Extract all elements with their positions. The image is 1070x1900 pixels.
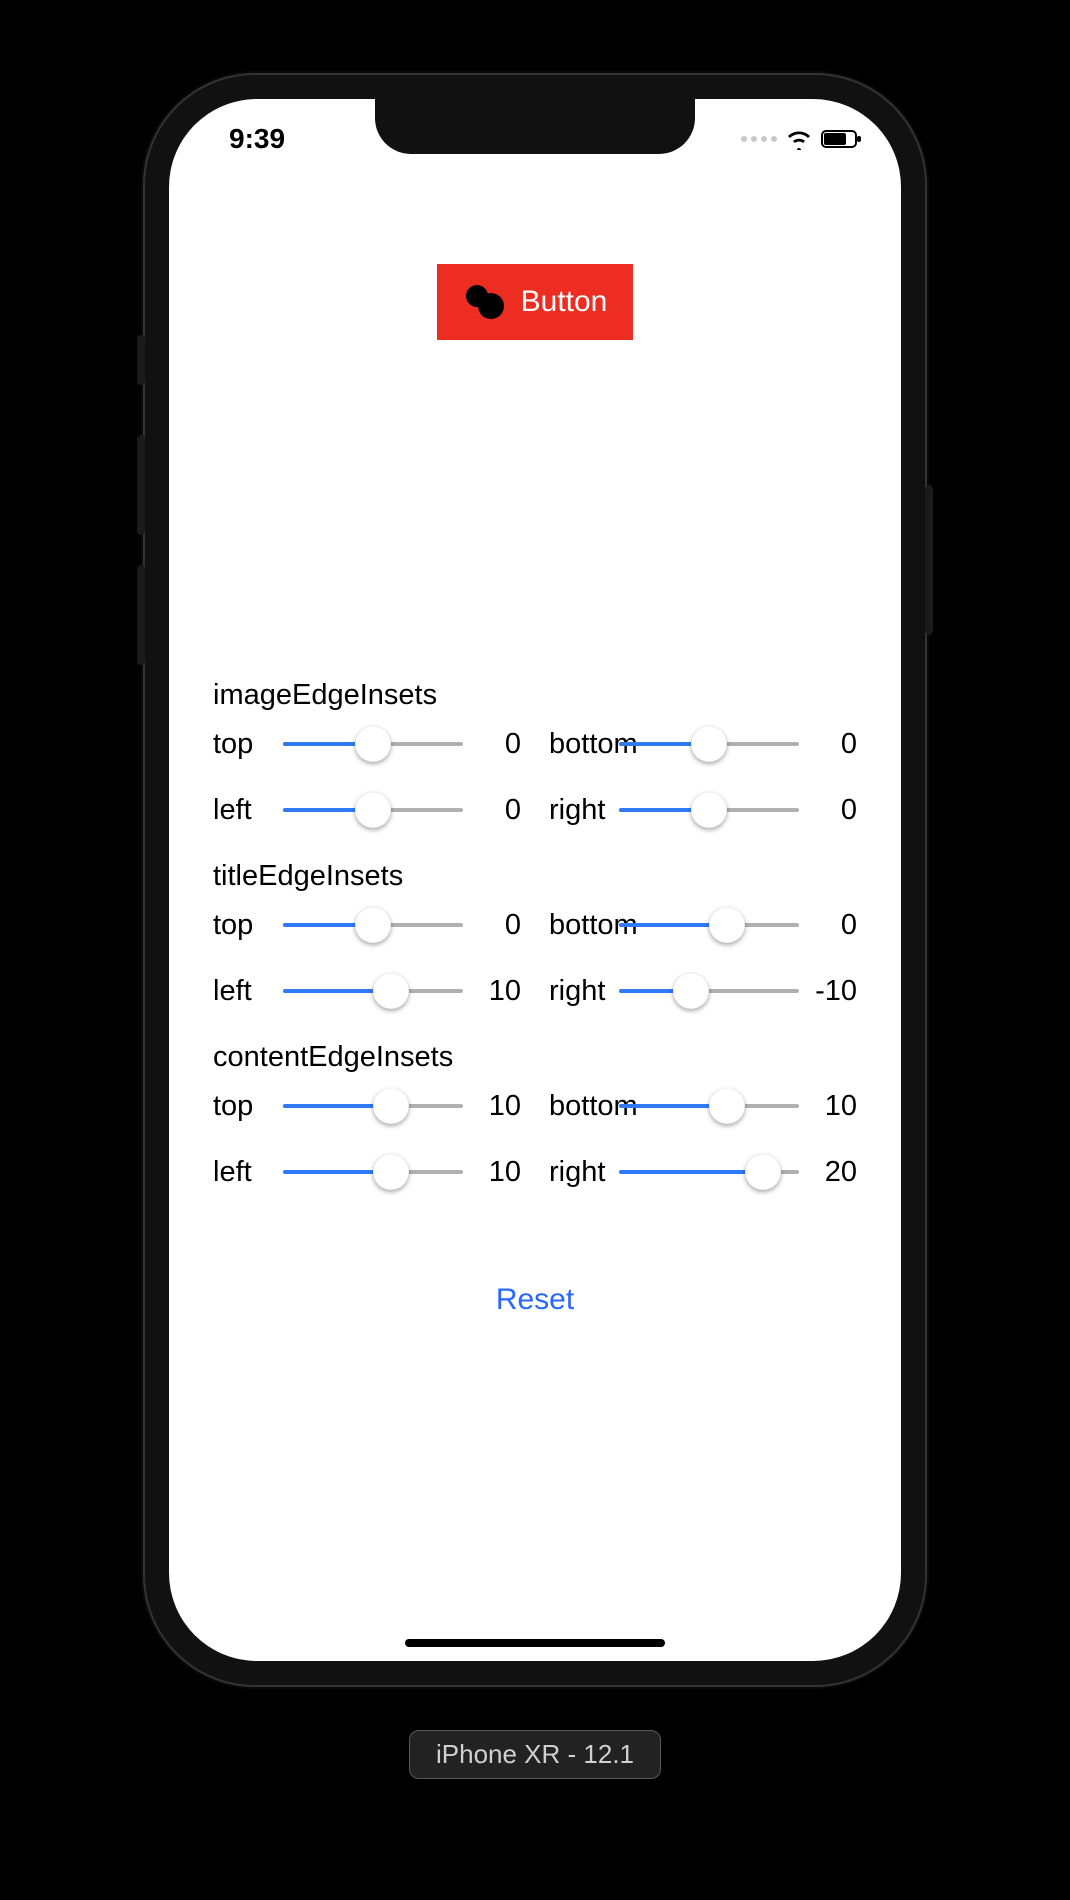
cellular-dots-icon	[741, 136, 777, 142]
blob-icon	[463, 284, 507, 320]
slider-title-bottom: bottom 0	[549, 905, 857, 945]
slider-value: 0	[471, 794, 521, 827]
slider-image-bottom: bottom 0	[549, 724, 857, 764]
slider-content-right-control[interactable]	[619, 1152, 799, 1192]
section-title-titleedgeinsets: titleEdgeInsets	[213, 860, 857, 893]
slider-label: top	[213, 909, 275, 942]
device-frame: 9:39	[145, 75, 925, 1685]
slider-value: 0	[807, 728, 857, 761]
section-titleedgeinsets: titleEdgeInsets top 0 bottom	[213, 860, 857, 1011]
slider-title-top: top 0	[213, 905, 521, 945]
slider-content-bottom-control[interactable]	[619, 1086, 799, 1126]
slider-label: left	[213, 1156, 275, 1189]
reset-row: Reset	[213, 1282, 857, 1318]
section-title-contentedgeinsets: contentEdgeInsets	[213, 1041, 857, 1074]
slider-value: 10	[471, 1156, 521, 1189]
slider-image-top-control[interactable]	[283, 724, 463, 764]
slider-value: 10	[807, 1090, 857, 1123]
slider-image-right: right 0	[549, 790, 857, 830]
slider-label: top	[213, 728, 275, 761]
slider-value: -10	[807, 975, 857, 1008]
slider-value: 0	[807, 909, 857, 942]
slider-label: left	[213, 794, 275, 827]
reset-button[interactable]: Reset	[490, 1282, 580, 1318]
status-time: 9:39	[201, 123, 285, 155]
preview-button[interactable]: Button	[437, 264, 634, 340]
slider-image-top: top 0	[213, 724, 521, 764]
preview-button-label: Button	[521, 287, 608, 317]
content-area: Button imageEdgeInsets top 0 bottom	[169, 159, 901, 1631]
slider-value: 20	[807, 1156, 857, 1189]
slider-title-right: right -10	[549, 971, 857, 1011]
slider-title-top-control[interactable]	[283, 905, 463, 945]
wifi-icon	[785, 128, 813, 150]
slider-value: 0	[471, 728, 521, 761]
button-preview-area: Button	[213, 159, 857, 669]
slider-image-bottom-control[interactable]	[619, 724, 799, 764]
slider-content-top: top 10	[213, 1086, 521, 1126]
section-contentedgeinsets: contentEdgeInsets top 10 bottom	[213, 1041, 857, 1192]
slider-image-left: left 0	[213, 790, 521, 830]
slider-content-top-control[interactable]	[283, 1086, 463, 1126]
slider-label: bottom	[549, 1090, 611, 1123]
slider-label: top	[213, 1090, 275, 1123]
volume-down-button	[137, 565, 145, 665]
slider-value: 0	[471, 909, 521, 942]
slider-label: right	[549, 975, 611, 1008]
slider-label: bottom	[549, 728, 611, 761]
slider-content-left-control[interactable]	[283, 1152, 463, 1192]
slider-title-bottom-control[interactable]	[619, 905, 799, 945]
mute-switch	[137, 335, 145, 385]
device-tag: iPhone XR - 12.1	[409, 1730, 661, 1779]
slider-content-bottom: bottom 10	[549, 1086, 857, 1126]
slider-title-right-control[interactable]	[619, 971, 799, 1011]
slider-label: right	[549, 1156, 611, 1189]
status-right	[741, 128, 869, 150]
slider-content-left: left 10	[213, 1152, 521, 1192]
battery-icon	[821, 129, 863, 149]
notch	[375, 99, 695, 154]
slider-label: bottom	[549, 909, 611, 942]
slider-label: right	[549, 794, 611, 827]
volume-up-button	[137, 435, 145, 535]
slider-image-right-control[interactable]	[619, 790, 799, 830]
slider-title-left-control[interactable]	[283, 971, 463, 1011]
screen: 9:39	[169, 99, 901, 1661]
section-title-imageedgeinsets: imageEdgeInsets	[213, 679, 857, 712]
home-indicator	[405, 1639, 665, 1647]
slider-title-left: left 10	[213, 971, 521, 1011]
slider-value: 10	[471, 975, 521, 1008]
slider-value: 0	[807, 794, 857, 827]
slider-value: 10	[471, 1090, 521, 1123]
slider-label: left	[213, 975, 275, 1008]
slider-image-left-control[interactable]	[283, 790, 463, 830]
power-button	[925, 485, 933, 635]
slider-content-right: right 20	[549, 1152, 857, 1192]
section-imageedgeinsets: imageEdgeInsets top 0 bottom	[213, 679, 857, 830]
